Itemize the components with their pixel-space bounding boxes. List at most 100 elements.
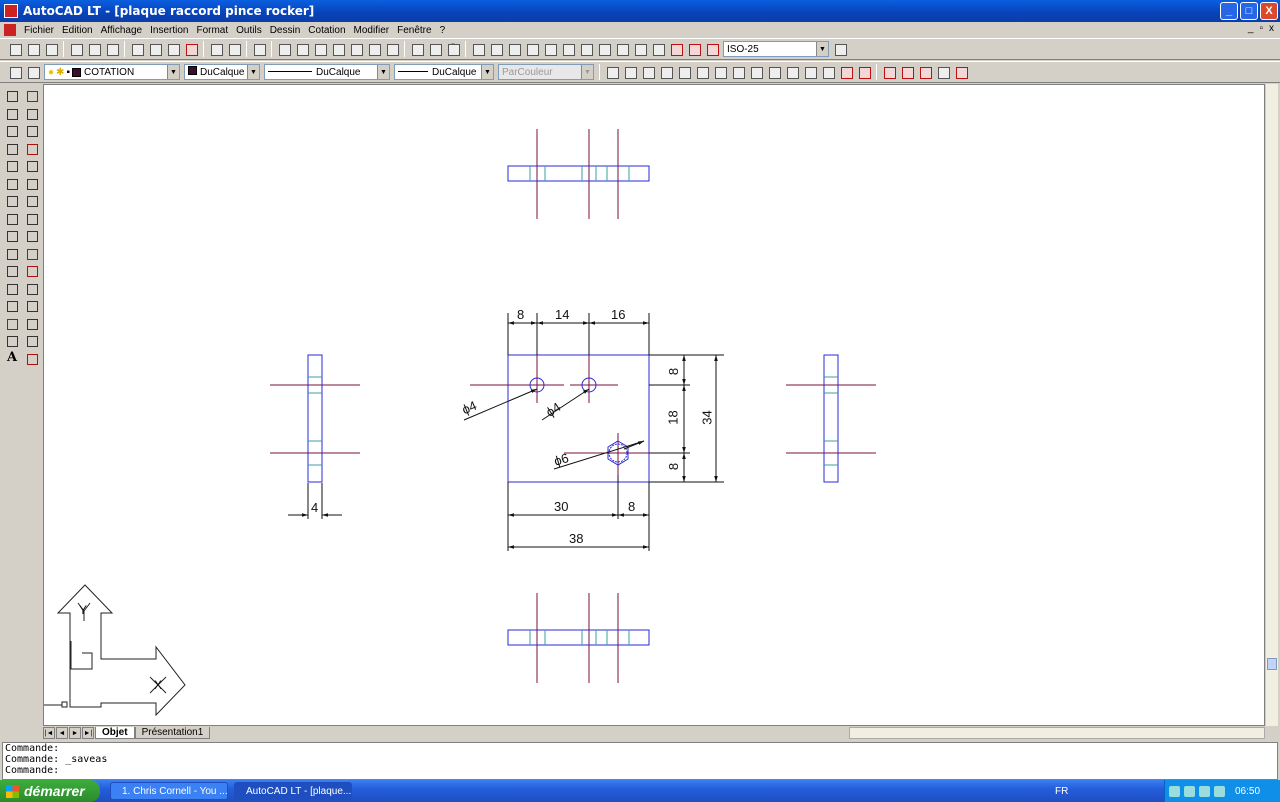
- snap-tangent-icon[interactable]: [748, 64, 764, 80]
- explode-icon[interactable]: [22, 350, 42, 368]
- scale-icon[interactable]: [22, 210, 42, 228]
- rectangle-icon[interactable]: [2, 157, 22, 175]
- fillet-icon[interactable]: [22, 332, 42, 350]
- minimize-button[interactable]: _: [1220, 2, 1238, 20]
- dimension-edit-icon[interactable]: [668, 41, 684, 57]
- aligned-dimension-icon[interactable]: [488, 41, 504, 57]
- markup-icon[interactable]: [427, 41, 443, 57]
- break-icon[interactable]: [22, 280, 42, 298]
- diameter-dimension-icon[interactable]: [542, 41, 558, 57]
- sheet-set-icon[interactable]: [409, 41, 425, 57]
- radius-dimension-icon[interactable]: [524, 41, 540, 57]
- text-above-icon[interactable]: [935, 64, 951, 80]
- autocad-app-icon[interactable]: [4, 4, 18, 18]
- zoom-realtime-icon[interactable]: [294, 41, 310, 57]
- polyline-icon[interactable]: [2, 122, 22, 140]
- tool-palettes-icon[interactable]: [366, 41, 382, 57]
- extend-icon[interactable]: [22, 262, 42, 280]
- color-select[interactable]: DuCalque ▼: [184, 64, 260, 80]
- snap-none-icon[interactable]: [838, 64, 854, 80]
- taskbar-item-music[interactable]: 1. Chris Cornell - You ...: [110, 782, 228, 800]
- start-button[interactable]: démarrer: [0, 780, 100, 802]
- menu-fichier[interactable]: Fichier: [20, 25, 58, 36]
- new-file-icon[interactable]: [7, 41, 23, 57]
- dimension-style-manager-icon[interactable]: [832, 41, 848, 57]
- scroll-thumb[interactable]: [1267, 658, 1277, 670]
- print-preview-icon[interactable]: [86, 41, 102, 57]
- snap-center-icon[interactable]: [712, 64, 728, 80]
- snap-parallel-icon[interactable]: [784, 64, 800, 80]
- point-icon[interactable]: [2, 297, 22, 315]
- tolerance-icon[interactable]: [632, 41, 648, 57]
- mirror-icon[interactable]: [22, 122, 42, 140]
- menu-dessin[interactable]: Dessin: [266, 25, 305, 36]
- xyz-filter-icon[interactable]: [953, 64, 969, 80]
- chevron-down-icon[interactable]: ▼: [377, 65, 389, 79]
- dimension-update-icon[interactable]: [704, 41, 720, 57]
- menu-affichage[interactable]: Affichage: [97, 25, 147, 36]
- properties-icon[interactable]: [348, 41, 364, 57]
- snap-endpoint-icon[interactable]: [622, 64, 638, 80]
- snap-intersection-icon[interactable]: [658, 64, 674, 80]
- doc-minimize-button[interactable]: _: [1248, 23, 1254, 34]
- baseline-dimension-icon[interactable]: [578, 41, 594, 57]
- horizontal-scrollbar[interactable]: [849, 727, 1265, 739]
- dimension-text-edit-icon[interactable]: [686, 41, 702, 57]
- open-file-icon[interactable]: [25, 41, 41, 57]
- join-icon[interactable]: [22, 297, 42, 315]
- snap-apparent-intersection-icon[interactable]: [676, 64, 692, 80]
- linetype-select[interactable]: DuCalque ▼: [264, 64, 390, 80]
- tray-icon[interactable]: [1199, 785, 1210, 797]
- stretch-icon[interactable]: [22, 227, 42, 245]
- maximize-button[interactable]: □: [1240, 2, 1258, 20]
- circle-icon[interactable]: [2, 192, 22, 210]
- move-icon[interactable]: [22, 175, 42, 193]
- draworder-back-icon[interactable]: [899, 64, 915, 80]
- zoom-previous-icon[interactable]: [330, 41, 346, 57]
- snap-perpendicular-icon[interactable]: [766, 64, 782, 80]
- paste-icon[interactable]: [165, 41, 181, 57]
- draworder-front-icon[interactable]: [881, 64, 897, 80]
- snap-midpoint-icon[interactable]: [640, 64, 656, 80]
- command-window[interactable]: Commande: Commande: _saveas Commande:: [2, 742, 1278, 780]
- menu-edition[interactable]: Edition: [58, 25, 97, 36]
- close-button[interactable]: X: [1260, 2, 1278, 20]
- cut-icon[interactable]: [129, 41, 145, 57]
- menu-fenetre[interactable]: Fenêtre: [393, 25, 435, 36]
- drawing-area[interactable]: 8 14 16 8 18 8 34 30 8 38 4 ϕ4 ϕ4 ϕ6 Y X…: [43, 84, 1265, 726]
- construction-line-icon[interactable]: [2, 105, 22, 123]
- snap-extension-icon[interactable]: [694, 64, 710, 80]
- center-mark-icon[interactable]: [650, 41, 666, 57]
- osnap-settings-icon[interactable]: [856, 64, 872, 80]
- spline-icon[interactable]: [2, 227, 22, 245]
- make-block-icon[interactable]: [2, 280, 22, 298]
- snap-nearest-icon[interactable]: [820, 64, 836, 80]
- dimstyle-select[interactable]: ISO-25 ▼: [723, 41, 829, 57]
- tab-objet[interactable]: Objet: [95, 727, 135, 739]
- snap-node-icon[interactable]: [802, 64, 818, 80]
- hatch-icon[interactable]: [2, 315, 22, 333]
- quickcalc-icon[interactable]: [384, 41, 400, 57]
- vertical-scrollbar[interactable]: [1265, 84, 1278, 726]
- chevron-down-icon[interactable]: ▼: [247, 65, 259, 79]
- tab-next-button[interactable]: ►: [69, 727, 81, 739]
- clock[interactable]: 06:50: [1235, 786, 1260, 797]
- doc-close-button[interactable]: x: [1269, 23, 1274, 34]
- line-icon[interactable]: [2, 87, 22, 105]
- draworder-above-icon[interactable]: [917, 64, 933, 80]
- print-icon[interactable]: [68, 41, 84, 57]
- revision-cloud-icon[interactable]: [2, 210, 22, 228]
- doc-restore-button[interactable]: ▫: [1259, 23, 1263, 34]
- tab-prev-button[interactable]: ◄: [56, 727, 68, 739]
- multiline-text-icon[interactable]: A: [2, 350, 22, 368]
- offset-icon[interactable]: [22, 140, 42, 158]
- menu-format[interactable]: Format: [192, 25, 232, 36]
- chevron-down-icon[interactable]: ▼: [481, 65, 493, 79]
- menu-cotation[interactable]: Cotation: [304, 25, 349, 36]
- menu-help[interactable]: ?: [436, 25, 450, 36]
- tray-icon[interactable]: [1169, 785, 1180, 797]
- copy-icon[interactable]: [147, 41, 163, 57]
- zoom-window-icon[interactable]: [312, 41, 328, 57]
- tab-last-button[interactable]: ►|: [82, 727, 94, 739]
- publish-icon[interactable]: [104, 41, 120, 57]
